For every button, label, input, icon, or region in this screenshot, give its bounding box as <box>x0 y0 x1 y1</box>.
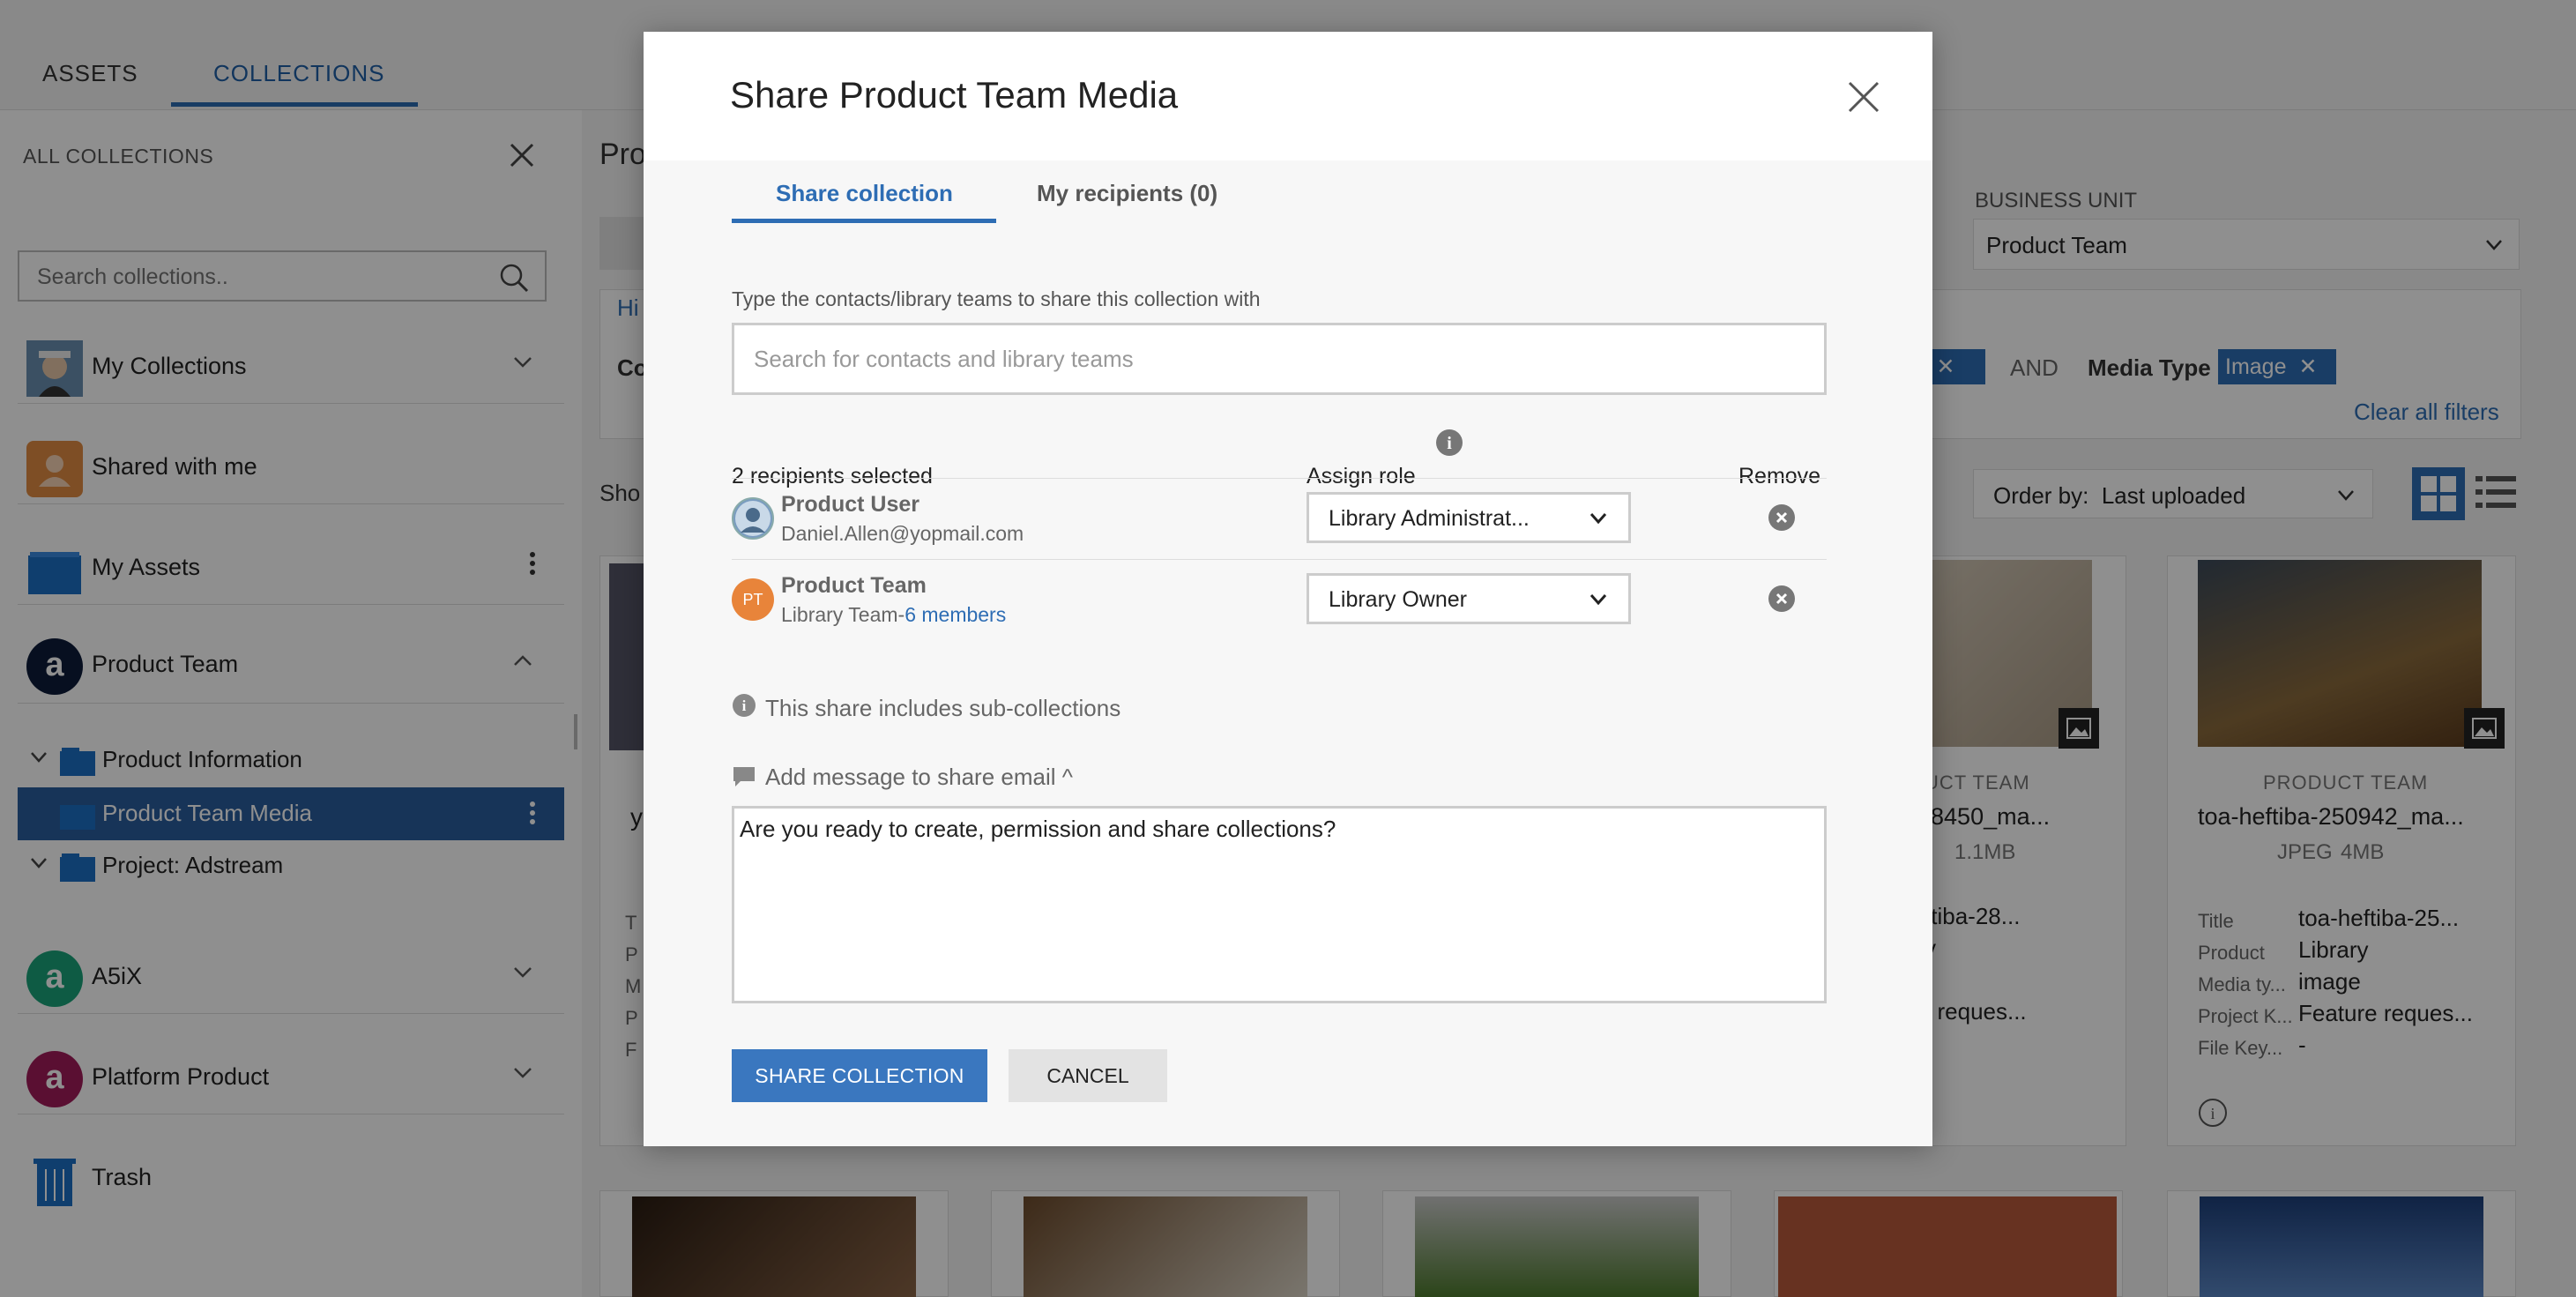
recipients-count: 2 recipients selected <box>732 464 933 488</box>
svg-text:i: i <box>1447 434 1452 453</box>
avatar: PT <box>732 578 774 621</box>
message-icon <box>732 765 756 788</box>
info-icon[interactable]: i <box>1435 429 1463 457</box>
contacts-search-input[interactable] <box>754 343 1794 375</box>
chevron-down-icon <box>1590 512 1607 525</box>
chevron-up-icon: ^ <box>1061 764 1073 790</box>
remove-recipient-icon[interactable] <box>1768 585 1795 612</box>
chevron-down-icon <box>1590 593 1607 606</box>
share-collection-button[interactable]: SHARE COLLECTION <box>732 1049 987 1102</box>
svg-text:i: i <box>742 697 747 714</box>
avatar <box>732 497 774 540</box>
role-value: Library Owner <box>1329 587 1467 612</box>
remove-header: Remove <box>1738 464 1821 488</box>
team-members-link[interactable]: 6 members <box>905 603 1006 626</box>
close-icon[interactable] <box>1846 79 1881 115</box>
tab-share-collection[interactable]: Share collection <box>776 180 953 207</box>
message-box[interactable]: Are you ready to create, permission and … <box>732 806 1827 1003</box>
share-collection-modal: Share Product Team Media Share collectio… <box>644 32 1932 1146</box>
role-select[interactable]: Library Administrat... <box>1307 492 1631 543</box>
recipient-team-type: Library Team- <box>781 603 905 626</box>
add-message-toggle[interactable]: Add message to share email ^ <box>765 764 1073 791</box>
modal-title: Share Product Team Media <box>730 74 1179 116</box>
role-value: Library Administrat... <box>1329 506 1530 531</box>
add-message-label: Add message to share email <box>765 764 1056 790</box>
role-select[interactable]: Library Owner <box>1307 573 1631 624</box>
row-divider <box>732 559 1827 560</box>
cancel-button[interactable]: CANCEL <box>1009 1049 1167 1102</box>
recipient-email: Daniel.Allen@yopmail.com <box>781 522 1024 545</box>
tab-active-indicator <box>732 219 996 223</box>
contacts-field-label: Type the contacts/library teams to share… <box>732 287 1261 310</box>
message-textarea[interactable]: Are you ready to create, permission and … <box>740 816 1815 992</box>
tab-my-recipients[interactable]: My recipients (0) <box>1037 180 1217 207</box>
info-icon: i <box>732 693 756 718</box>
recipient-name: Product User <box>781 492 919 517</box>
row-divider <box>732 478 1827 479</box>
assign-role-header: Assign role <box>1307 464 1416 488</box>
recipient-name: Product Team <box>781 573 927 598</box>
contacts-search[interactable] <box>732 323 1827 395</box>
subcollection-note: This share includes sub-collections <box>765 695 1121 721</box>
recipient-team-info: Library Team-6 members <box>781 603 1006 627</box>
remove-recipient-icon[interactable] <box>1768 504 1795 531</box>
